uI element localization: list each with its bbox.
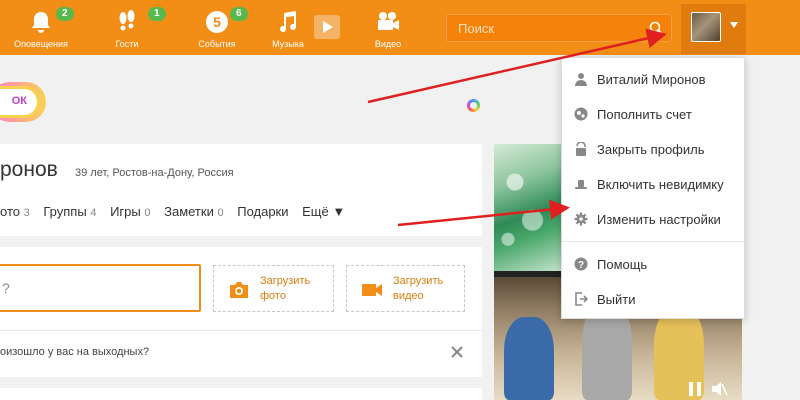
nav-events[interactable]: 5 6 События <box>182 0 252 55</box>
pause-icon[interactable] <box>689 382 701 396</box>
tab-photos[interactable]: ото 3 <box>0 204 30 219</box>
events-badge: 6 <box>230 7 248 21</box>
close-icon[interactable] <box>450 345 464 359</box>
menu-item-label: Виталий Миронов <box>597 72 706 87</box>
music-play-button[interactable] <box>314 15 340 39</box>
camera-icon <box>230 282 248 298</box>
menu-item-label: Пополнить счет <box>597 107 692 122</box>
svg-text:5: 5 <box>213 14 221 30</box>
ok-label: ОК <box>11 95 27 107</box>
user-icon <box>575 73 587 86</box>
tab-more[interactable]: Ещё ▼ <box>302 204 345 219</box>
help-icon: ? <box>574 257 588 271</box>
music-note-icon <box>280 11 297 33</box>
logout-icon <box>575 292 588 306</box>
nav-label: Оповещения <box>14 39 68 49</box>
search-icon[interactable] <box>649 21 663 35</box>
upload-video-label-2: видео <box>393 290 424 302</box>
nav-video[interactable]: Видео <box>356 0 420 55</box>
upload-photo-label-1: Загрузить <box>260 275 311 287</box>
menu-item-close-profile[interactable]: Закрыть профиль <box>562 131 746 166</box>
menu-item-logout[interactable]: Выйти <box>562 281 746 316</box>
weekend-prompt[interactable]: оизошло у вас на выходных? <box>0 346 149 358</box>
events-icon: 5 <box>206 11 228 33</box>
menu-item-label: Включить невидимку <box>597 177 724 192</box>
bell-icon <box>32 12 50 33</box>
chevron-down-icon <box>730 22 738 28</box>
nav-label: События <box>198 39 236 49</box>
profile-info: 39 лет, Ростов-на-Дону, Россия <box>75 167 234 179</box>
play-icon <box>323 21 333 33</box>
search-box <box>446 14 672 42</box>
tab-games[interactable]: Игры 0 <box>110 204 150 219</box>
guests-badge: 1 <box>148 7 166 21</box>
svg-text:?: ? <box>578 260 584 271</box>
video-icon <box>362 284 382 296</box>
ok-badge-button[interactable]: ОК <box>0 86 40 118</box>
splash-overlay <box>494 144 564 271</box>
menu-item-help[interactable]: ? Помощь <box>562 246 746 281</box>
menu-item-profile[interactable]: Виталий Миронов <box>562 61 746 96</box>
avatar <box>691 12 721 42</box>
menu-item-invisible[interactable]: Включить невидимку <box>562 166 746 201</box>
upload-video-label-1: Загрузить <box>393 275 444 287</box>
video-camera-icon <box>378 12 399 30</box>
notifications-badge: 2 <box>56 7 74 21</box>
menu-divider <box>562 241 746 242</box>
tab-notes[interactable]: Заметки 0 <box>164 204 223 219</box>
top-navbar: 2 Оповещения 1 Гости 5 6 События Музыка … <box>0 0 800 55</box>
gear-icon <box>574 212 588 226</box>
post-input-text: ? <box>2 280 10 296</box>
post-input[interactable]: ? <box>0 264 201 312</box>
nav-label: Видео <box>374 39 402 49</box>
menu-item-label: Изменить настройки <box>597 212 721 227</box>
hat-icon <box>575 180 587 189</box>
nav-notifications[interactable]: 2 Оповещения <box>2 0 80 55</box>
menu-item-label: Закрыть профиль <box>597 142 705 157</box>
next-card <box>0 388 482 400</box>
profile-tabs: ото 3 Группы 4 Игры 0 Заметки 0 Подарки … <box>0 204 355 219</box>
nav-label: Гости <box>115 39 139 49</box>
nav-label: Музыка <box>272 39 304 49</box>
upload-photo-label-2: фото <box>260 290 286 302</box>
person-figure <box>504 317 554 400</box>
lock-icon <box>576 142 586 156</box>
tab-groups[interactable]: Группы 4 <box>43 204 96 219</box>
search-input[interactable] <box>447 15 647 41</box>
volume-icon[interactable] <box>710 381 728 397</box>
profile-name: ронов <box>0 158 58 181</box>
divider <box>0 330 482 331</box>
menu-item-top-up[interactable]: Пополнить счет <box>562 96 746 131</box>
menu-item-settings[interactable]: Изменить настройки <box>562 201 746 236</box>
nav-music[interactable]: Музыка <box>260 0 316 55</box>
menu-item-label: Выйти <box>597 292 636 307</box>
nav-guests[interactable]: 1 Гости <box>92 0 166 55</box>
user-dropdown-menu: Виталий Миронов Пополнить счет Закрыть п… <box>561 57 746 319</box>
tab-gifts[interactable]: Подарки <box>237 204 288 219</box>
menu-item-label: Помощь <box>597 257 648 272</box>
upload-photo-button[interactable]: Загрузить фото <box>213 265 334 312</box>
upload-video-button[interactable]: Загрузить видео <box>346 265 465 312</box>
loading-spinner-icon <box>467 99 480 112</box>
coins-icon <box>574 107 588 121</box>
footprints-icon <box>119 10 135 31</box>
profile-card <box>0 144 482 236</box>
user-menu-toggle[interactable] <box>681 4 746 54</box>
